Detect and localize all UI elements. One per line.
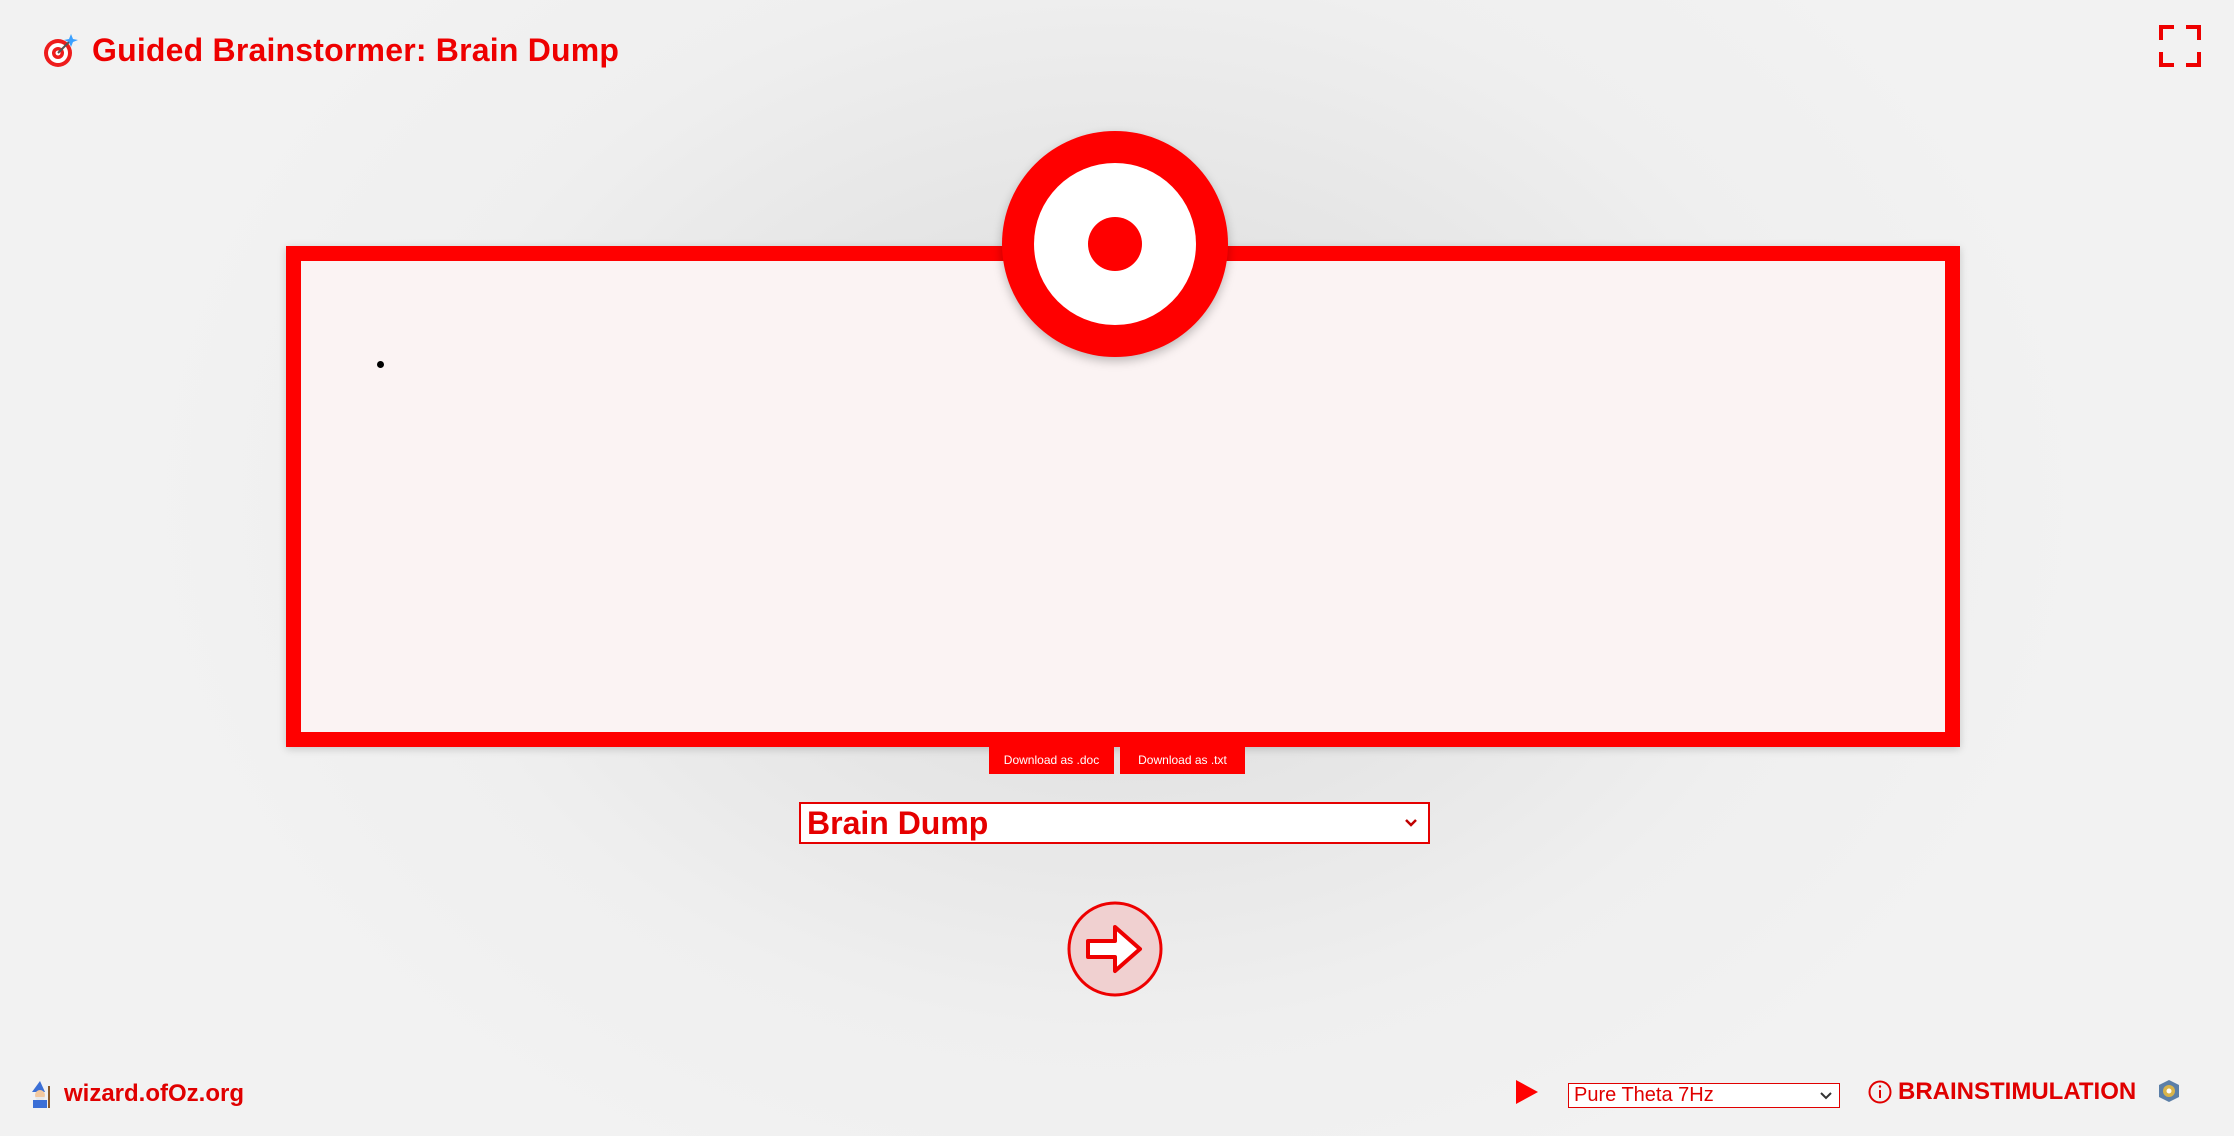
brainstimulation-link[interactable]: BRAINSTIMULATION [1868,1078,2136,1106]
target-icon [1002,131,1228,357]
tone-select[interactable]: Pure Theta 7Hz [1568,1083,1840,1108]
page-title: Guided Brainstormer: Brain Dump [92,32,620,68]
brain-logo-icon[interactable] [2157,1079,2181,1103]
mode-select-value: Brain Dump [807,805,989,841]
target-sparkle-icon [42,33,78,69]
fullscreen-icon[interactable] [2158,24,2202,68]
chevron-down-icon [1819,1086,1833,1106]
editor-bullet-list[interactable] [361,351,1905,702]
download-txt-button[interactable]: Download as .txt [1120,746,1245,774]
brainstimulation-label: BRAINSTIMULATION [1898,1078,2137,1105]
tone-select-value: Pure Theta 7Hz [1574,1084,1714,1106]
list-item[interactable] [397,351,1905,377]
info-icon [1868,1080,1892,1104]
app-header: Guided Brainstormer: Brain Dump [42,32,619,69]
mode-select[interactable]: Brain Dump [799,802,1430,844]
download-doc-button[interactable]: Download as .doc [989,746,1114,774]
next-step-button[interactable] [1066,900,1164,998]
play-icon[interactable] [1512,1078,1540,1106]
site-link[interactable]: wizard.ofOz.org [64,1080,244,1108]
arrow-right-circle-icon [1067,901,1163,997]
chevron-down-icon [1402,804,1420,842]
download-buttons: Download as .doc Download as .txt [989,746,1245,774]
wizard-icon [28,1080,54,1108]
footer-site: wizard.ofOz.org [28,1080,244,1108]
